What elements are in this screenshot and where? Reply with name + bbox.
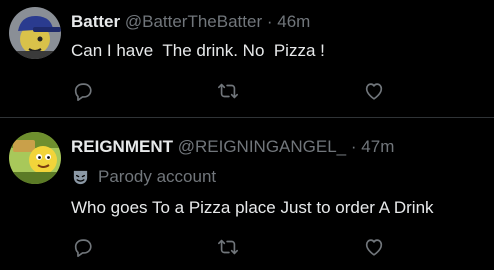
retweet-icon: [218, 239, 238, 255]
separator-dot: ·: [266, 12, 273, 31]
tweet-header: Batter @BatterTheBatter · 46m: [71, 12, 310, 32]
reply-button[interactable]: [72, 80, 94, 102]
reply-icon: [74, 239, 92, 257]
tweet-text: Who goes To a Pizza place Just to order …: [71, 198, 434, 217]
heart-icon: [365, 239, 383, 256]
display-name[interactable]: Batter: [71, 12, 120, 31]
user-handle[interactable]: @BatterTheBatter: [125, 12, 262, 31]
reply-icon: [74, 83, 92, 101]
avatar[interactable]: [9, 132, 61, 184]
baseball-cap-avatar-icon: [9, 7, 61, 59]
like-button[interactable]: [363, 80, 385, 102]
avatar[interactable]: [9, 7, 61, 59]
cartoon-avatar-icon: [9, 132, 61, 184]
retweet-icon: [218, 83, 238, 99]
user-handle[interactable]: @REIGNINGANGEL_: [178, 137, 346, 156]
like-button[interactable]: [363, 236, 385, 258]
theater-mask-icon: [73, 170, 88, 184]
separator-dot: ·: [350, 137, 357, 156]
parody-label: Parody account: [71, 166, 216, 188]
tweet-header: REIGNMENT @REIGNINGANGEL_ · 47m: [71, 137, 394, 157]
tweet[interactable]: Batter @BatterTheBatter · 46m Can I have…: [0, 0, 494, 118]
heart-icon: [365, 83, 383, 100]
parody-label-text: Parody account: [98, 167, 217, 186]
reply-button[interactable]: [72, 236, 94, 258]
timestamp[interactable]: 47m: [361, 137, 394, 156]
tweet[interactable]: REIGNMENT @REIGNINGANGEL_ · 47m Parody a…: [0, 118, 494, 270]
timestamp[interactable]: 46m: [277, 12, 310, 31]
retweet-button[interactable]: [217, 80, 239, 102]
tweet-text: Can I have The drink. No Pizza !: [71, 41, 325, 60]
display-name[interactable]: REIGNMENT: [71, 137, 173, 156]
retweet-button[interactable]: [217, 236, 239, 258]
